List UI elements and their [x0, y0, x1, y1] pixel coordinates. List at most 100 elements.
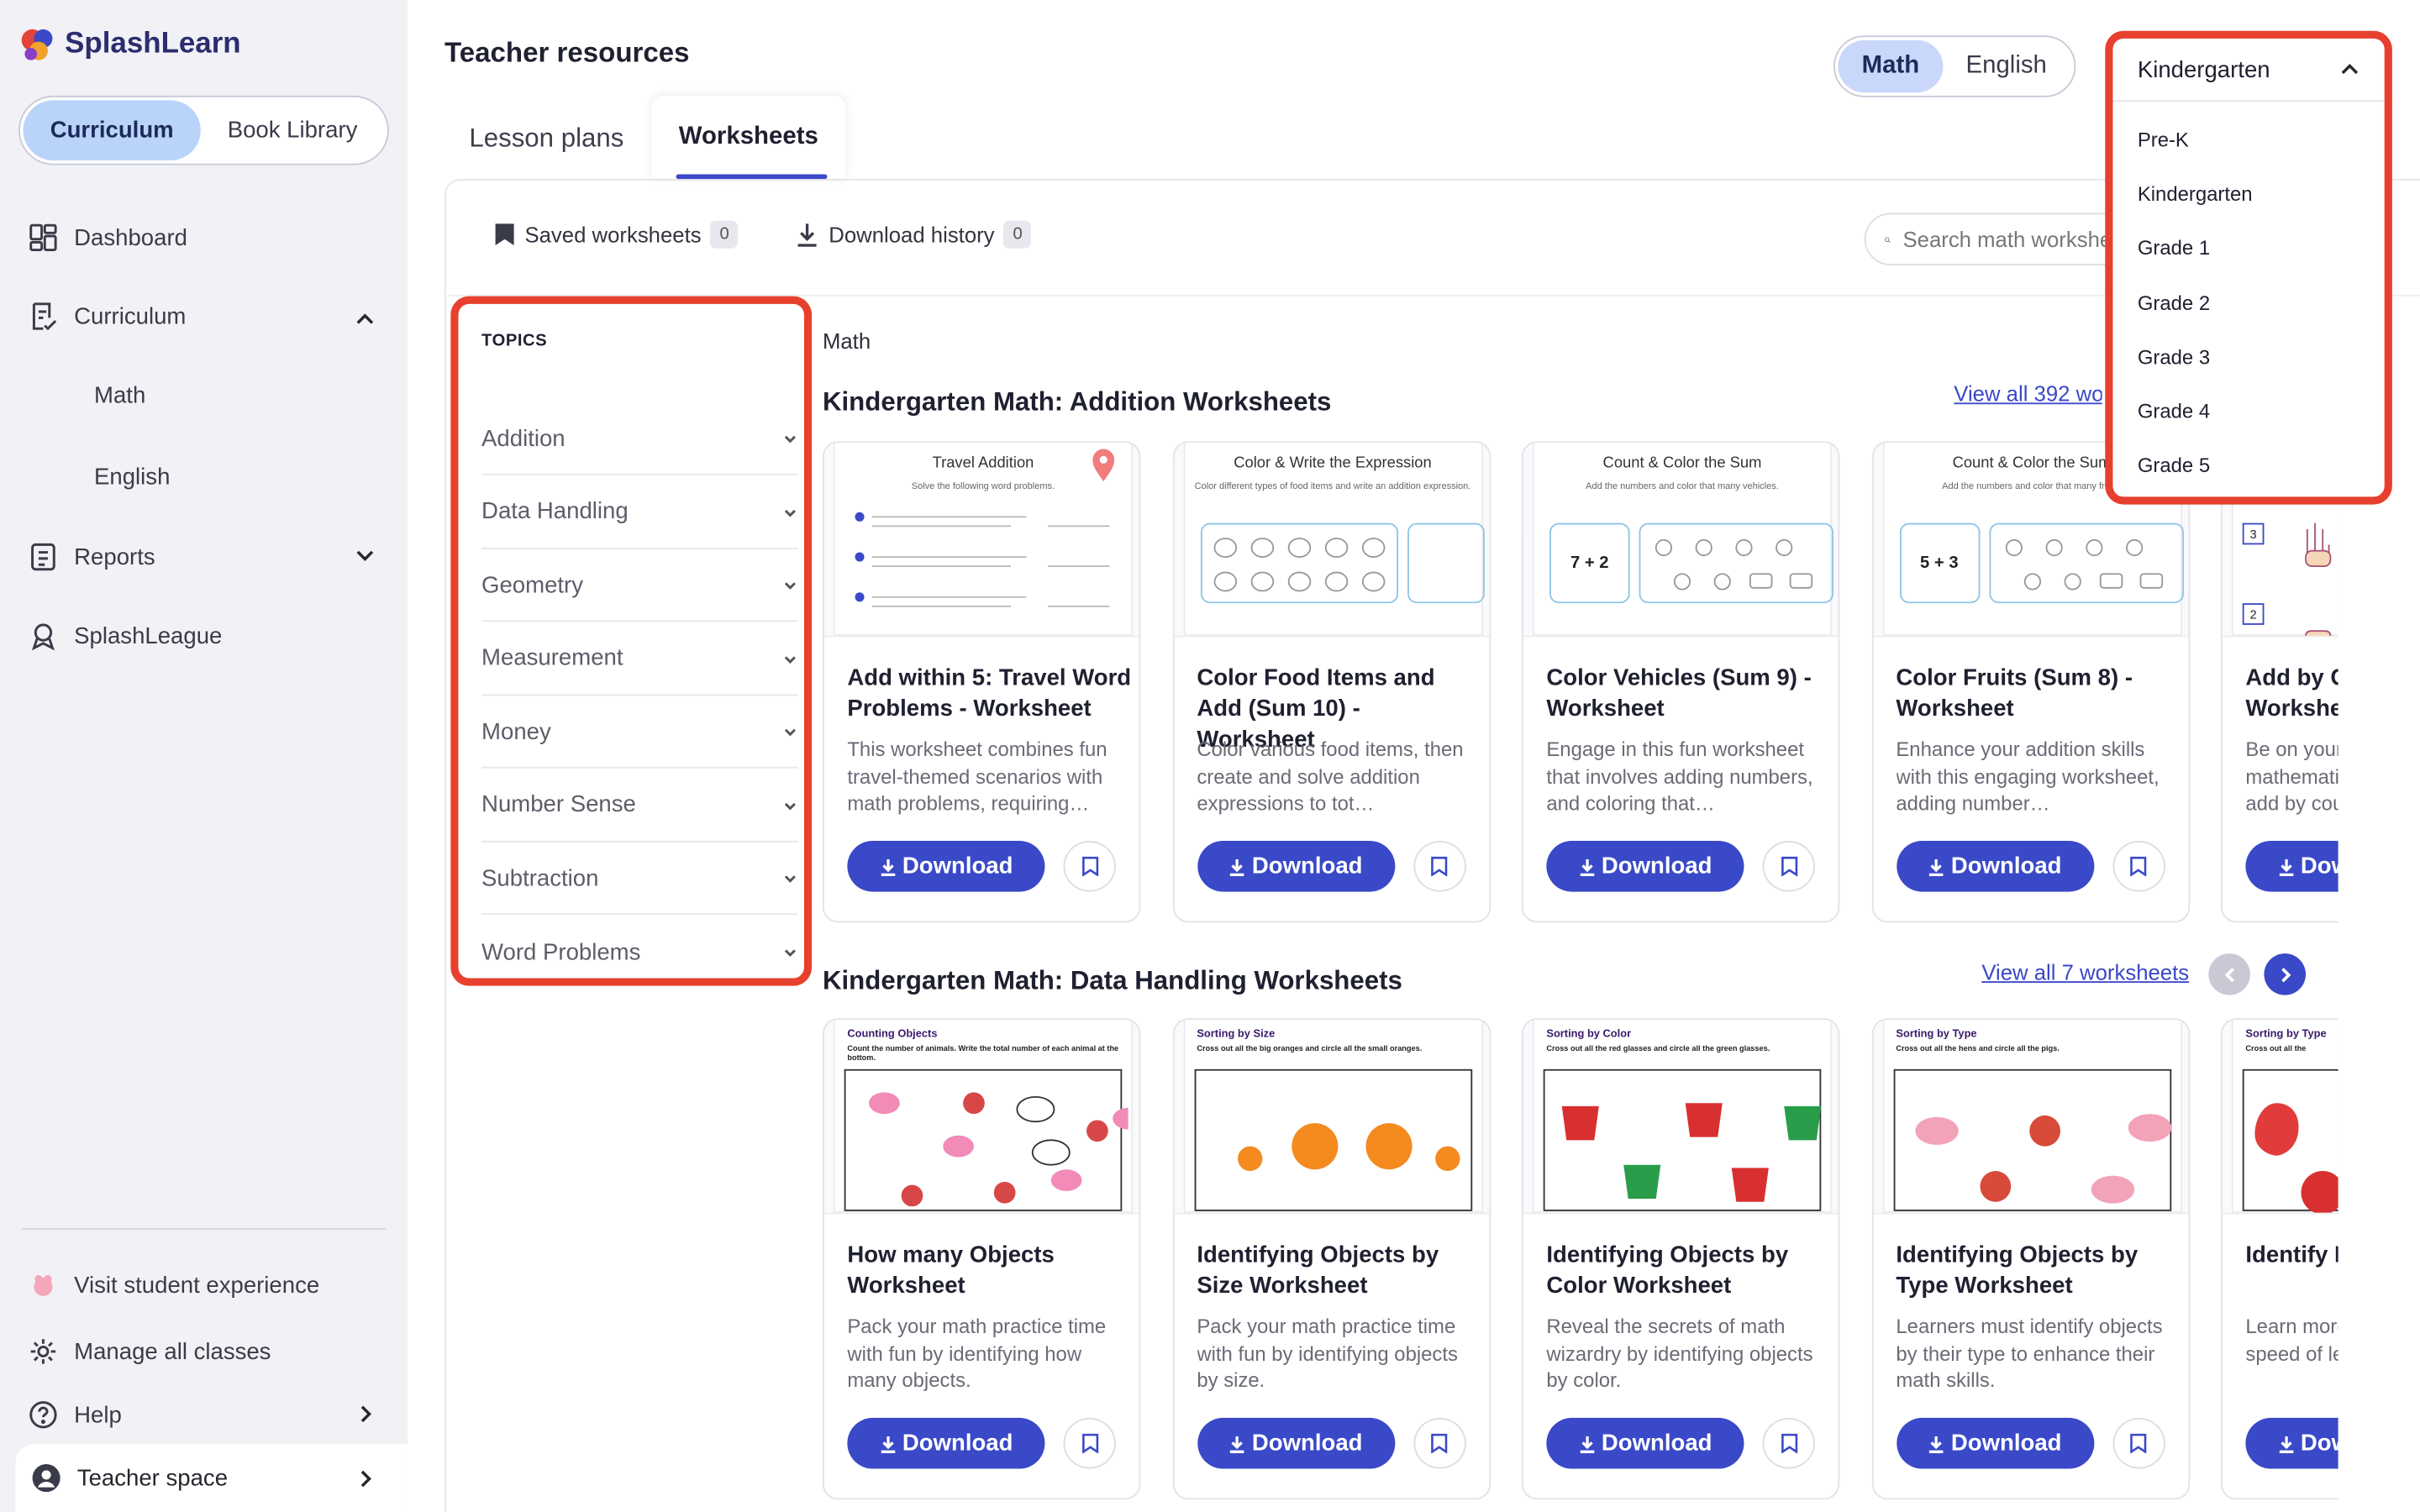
grade-dropdown[interactable]: Kindergarten Pre-K Kindergarten Grade 1 Gra… — [2105, 30, 2392, 505]
worksheet-thumbnail[interactable]: Sorting by Color Cross out all the red gl… — [1523, 1020, 1839, 1215]
worksheet-preview: Sorting by Type Cross out all the — [2231, 1020, 2338, 1213]
worksheet-card[interactable]: Color & Write the Expression Color differ… — [1171, 441, 1491, 923]
nav-math[interactable]: Math — [94, 383, 145, 409]
worksheet-thumbnail[interactable]: Color & Write the Expression Color differ… — [1173, 443, 1489, 638]
splashlearn-logo[interactable]: SplashLearn — [18, 24, 241, 65]
subject-switch: Math English — [1833, 35, 2076, 97]
teacher-space[interactable]: Teacher space — [15, 1444, 408, 1512]
grade-option[interactable]: Grade 2 — [2138, 291, 2210, 314]
worksheet-thumbnail[interactable]: Sorting by Type Cross out all the hens an… — [1872, 1020, 2188, 1215]
topic-item[interactable]: Money — [481, 696, 798, 769]
visit-student-experience[interactable]: Visit student experience — [28, 1270, 319, 1301]
thumbnail-title: Count & Color the Sum — [1602, 454, 1762, 473]
topic-item[interactable]: Number Sense — [481, 769, 798, 842]
worksheet-thumbnail[interactable]: Count & Color the Sum Add the numbers and… — [1523, 443, 1839, 638]
segment-curriculum[interactable]: Curriculum — [23, 100, 201, 161]
grade-option[interactable]: Grade 3 — [2138, 345, 2210, 369]
chevron-down-icon[interactable] — [354, 544, 377, 568]
worksheet-title[interactable]: Add within 5: Travel Word Problems - Wor… — [847, 664, 1134, 725]
worksheet-thumbnail[interactable]: Sorting by Size Cross out all the big ora… — [1173, 1020, 1489, 1215]
download-button[interactable]: Download — [847, 841, 1045, 892]
worksheet-card[interactable]: Sorting by Type Cross out all the hens an… — [1870, 1018, 2190, 1500]
save-worksheet-button[interactable] — [1413, 841, 1465, 892]
topic-item[interactable]: Geometry — [481, 549, 798, 622]
worksheet-card[interactable]: Count & Color the Sum Add the numbers and… — [1870, 441, 2190, 923]
saved-worksheets-button[interactable]: Saved worksheets 0 — [494, 220, 739, 249]
user-avatar-icon — [32, 1464, 60, 1493]
tab-lesson-plans[interactable]: Lesson plans — [469, 123, 623, 155]
download-button[interactable]: Download — [847, 1417, 1045, 1469]
topic-item[interactable]: Subtraction — [481, 843, 798, 916]
topic-item[interactable]: Addition — [481, 402, 798, 475]
worksheet-title[interactable]: Add by Counting Fingers Worksheet — [2245, 664, 2338, 725]
grade-option[interactable]: Grade 1 — [2138, 237, 2210, 260]
download-button[interactable]: Download — [2245, 1417, 2338, 1469]
worksheet-thumbnail[interactable]: Sorting by Type Cross out all the — [2222, 1020, 2338, 1215]
save-worksheet-button[interactable] — [2112, 841, 2165, 892]
topic-item[interactable]: Measurement — [481, 622, 798, 696]
search-input[interactable]: Search math worksheets — [1864, 213, 2143, 265]
view-all-addition-link[interactable]: View all 392 worksheets — [1954, 381, 2102, 406]
grade-option[interactable]: Pre-K — [2138, 128, 2189, 151]
thumb-expression: 7 + 2 — [1549, 522, 1630, 604]
save-worksheet-button[interactable] — [1413, 1417, 1465, 1469]
download-button[interactable]: Download — [1546, 841, 1744, 892]
worksheet-title[interactable]: Identify Fruits Worksheet — [2245, 1241, 2338, 1272]
thumbnail-title: Color & Write the Expression — [1234, 454, 1432, 473]
worksheet-card[interactable]: Travel Addition Solve the following word … — [822, 441, 1141, 923]
worksheet-title[interactable]: Identifying Objects by Size Worksheet — [1197, 1241, 1484, 1302]
worksheet-card[interactable]: 32Add by Counting Fingers WorksheetBe on… — [2221, 441, 2338, 923]
download-button[interactable]: Download — [1197, 841, 1395, 892]
download-button[interactable]: Download — [1896, 841, 2094, 892]
cards-area: Travel Addition Solve the following word … — [822, 441, 2338, 1512]
worksheet-title[interactable]: How many Objects Worksheet — [847, 1241, 1134, 1302]
download-button[interactable]: Download — [1546, 1417, 1744, 1469]
subject-math[interactable]: Math — [1838, 39, 1944, 93]
download-button[interactable]: Download — [1197, 1417, 1395, 1469]
saved-worksheets-label: Saved worksheets — [524, 222, 702, 247]
grade-option[interactable]: Kindergarten — [2138, 182, 2253, 206]
thumbnail-title: Sorting by Color — [1546, 1029, 1632, 1040]
worksheet-thumbnail[interactable]: Counting Objects Count the number of anim… — [823, 1020, 1139, 1215]
save-worksheet-button[interactable] — [1762, 1417, 1815, 1469]
save-worksheet-button[interactable] — [1762, 841, 1815, 892]
grade-option[interactable]: Grade 5 — [2138, 454, 2210, 477]
tab-worksheets[interactable]: Worksheets — [651, 95, 846, 180]
download-button[interactable]: Download — [2245, 841, 2338, 892]
subject-english[interactable]: English — [1943, 40, 2070, 92]
topic-label: Number Sense — [481, 791, 636, 818]
download-history-button[interactable]: Download history 0 — [795, 220, 1032, 249]
grade-selected-label: Kindergarten — [2137, 56, 2270, 83]
nav-curriculum[interactable]: Curriculum — [28, 301, 382, 332]
grade-select[interactable]: Kindergarten — [2112, 39, 2385, 102]
save-worksheet-button[interactable] — [1063, 1417, 1116, 1469]
worksheet-title[interactable]: Identifying Objects by Type Worksheet — [1896, 1241, 2183, 1302]
save-worksheet-button[interactable] — [2112, 1417, 2165, 1469]
topic-item[interactable]: Data Handling — [481, 476, 798, 549]
topic-item[interactable]: Word Problems — [481, 916, 798, 988]
worksheet-card[interactable]: Sorting by Color Cross out all the red gl… — [1521, 1018, 1840, 1500]
worksheet-thumbnail[interactable]: Travel Addition Solve the following word … — [823, 443, 1139, 638]
worksheet-title[interactable]: Color Fruits (Sum 8) - Worksheet — [1896, 664, 2183, 725]
nav-splashleague[interactable]: SplashLeague — [28, 620, 222, 651]
manage-all-classes[interactable]: Manage all classes — [28, 1336, 271, 1368]
worksheet-title[interactable]: Color Vehicles (Sum 9) - Worksheet — [1546, 664, 1833, 725]
worksheet-card[interactable]: Sorting by Size Cross out all the big ora… — [1171, 1018, 1491, 1500]
download-button[interactable]: Download — [1896, 1417, 2094, 1469]
worksheet-card[interactable]: Counting Objects Count the number of anim… — [822, 1018, 1141, 1500]
chevron-right-icon[interactable] — [354, 1403, 377, 1426]
page-title: Teacher resources — [444, 37, 690, 68]
help[interactable]: Help — [28, 1399, 122, 1431]
chevron-up-icon[interactable] — [354, 307, 377, 331]
save-worksheet-button[interactable] — [1063, 841, 1116, 892]
nav-reports[interactable]: Reports — [28, 542, 155, 573]
student-icon — [34, 1275, 53, 1296]
history-count-badge: 0 — [1003, 220, 1032, 249]
grade-option[interactable]: Grade 4 — [2138, 400, 2210, 423]
worksheet-title[interactable]: Identifying Objects by Color Worksheet — [1546, 1241, 1833, 1302]
nav-english[interactable]: English — [94, 465, 170, 491]
nav-dashboard[interactable]: Dashboard — [28, 222, 187, 253]
segment-book-library[interactable]: Book Library — [201, 100, 385, 160]
worksheet-card[interactable]: Count & Color the Sum Add the numbers and… — [1521, 441, 1840, 923]
worksheet-card[interactable]: Sorting by Type Cross out all the Identify… — [2221, 1018, 2338, 1500]
